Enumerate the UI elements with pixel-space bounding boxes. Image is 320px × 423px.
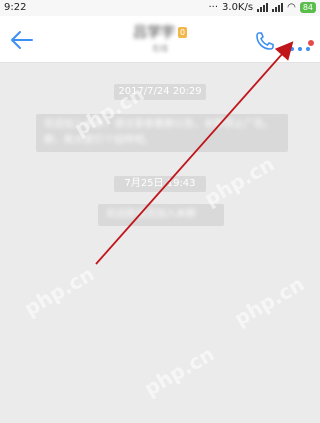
battery-indicator: 84 <box>299 2 316 13</box>
system-message-line: 欢迎新成员加入本群 <box>106 209 196 220</box>
alarm-icon: ··· <box>208 2 219 13</box>
status-bar: 9:22 ··· 3.0K/s ◠ 84 <box>0 0 320 16</box>
phone-icon[interactable] <box>254 30 276 52</box>
notification-dot <box>308 40 314 46</box>
chat-title: 吕学宇 <box>132 25 175 41</box>
watermark: php.cn <box>140 341 219 401</box>
watermark: php.cn <box>200 151 279 211</box>
more-options-button[interactable] <box>288 40 314 54</box>
level-badge: 0 <box>177 27 188 38</box>
watermark: php.cn <box>230 271 309 331</box>
watermark: php.cn <box>20 261 99 321</box>
message-timestamp: 7月25日 19:43 <box>114 176 206 192</box>
signal-icon <box>257 3 269 12</box>
status-time: 9:22 <box>4 2 27 13</box>
wifi-icon: ◠ <box>287 2 296 13</box>
more-dots-icon <box>290 47 294 51</box>
network-speed: 3.0K/s <box>222 2 254 13</box>
system-message: 欢迎新成员加入本群 <box>98 204 224 226</box>
status-indicators: ··· 3.0K/s ◠ 84 <box>208 2 316 13</box>
chat-header: 吕学宇 0 在线 <box>0 16 320 63</box>
signal-icon-2 <box>272 3 284 12</box>
